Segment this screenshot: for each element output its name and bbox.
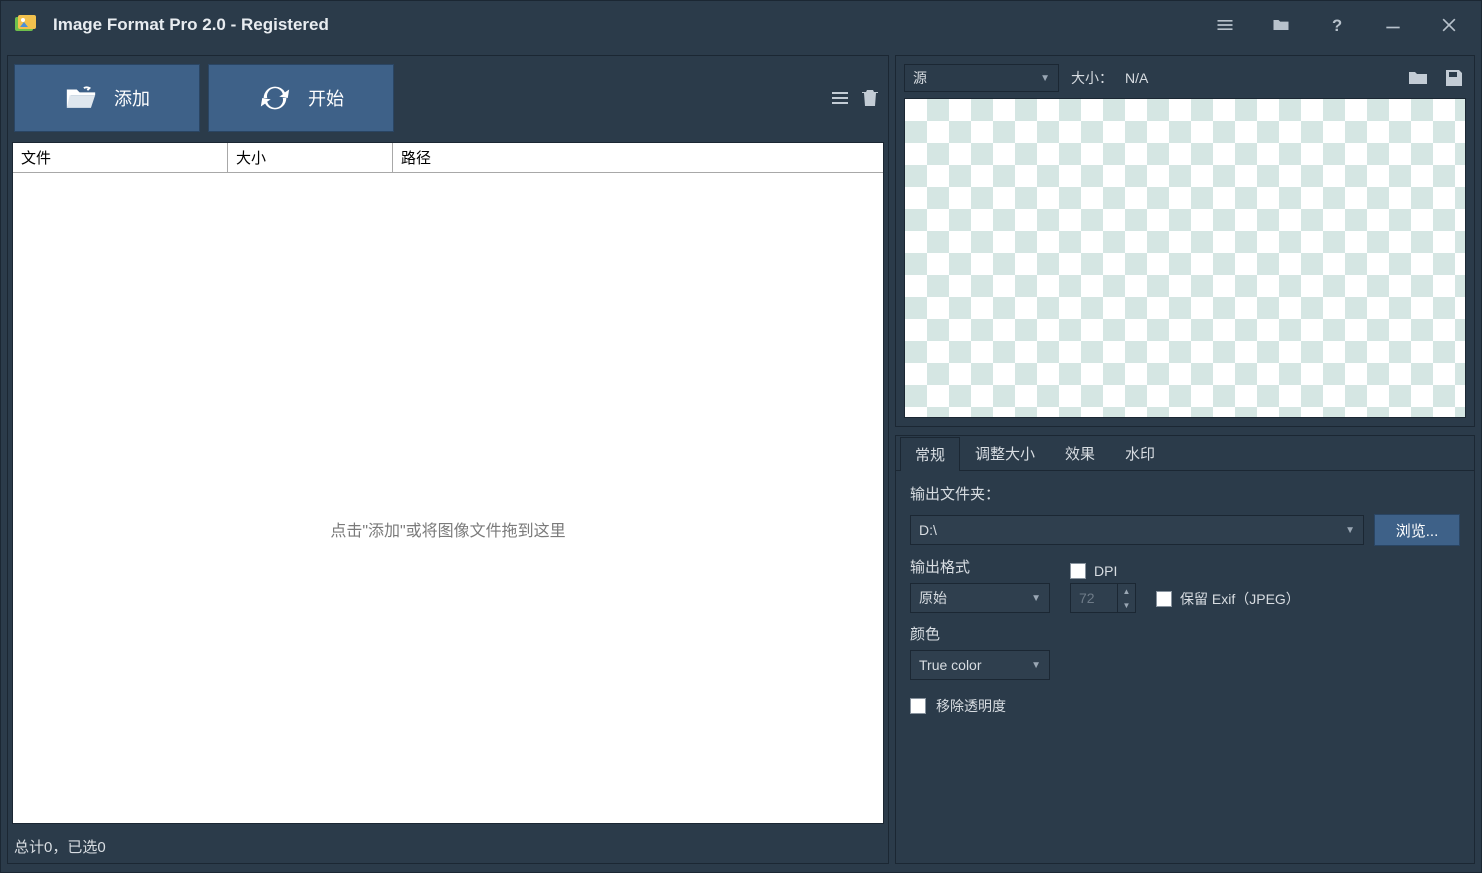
file-list[interactable]: 文件 大小 路径 点击"添加"或将图像文件拖到这里 <box>12 142 884 824</box>
svg-text:?: ? <box>1332 16 1342 35</box>
keep-exif-label: 保留 Exif（JPEG） <box>1180 589 1300 609</box>
preview-panel: 源 ▼ 大小： N/A <box>895 55 1475 427</box>
drop-hint: 点击"添加"或将图像文件拖到这里 <box>13 517 883 541</box>
chevron-down-icon: ▼ <box>1031 593 1041 604</box>
preview-toolbar: 源 ▼ 大小： N/A <box>904 64 1466 92</box>
preview-canvas <box>904 98 1466 418</box>
spinner-up-icon[interactable]: ▲ <box>1118 584 1135 598</box>
color-select[interactable]: True color ▼ <box>910 650 1050 680</box>
left-panel: 添加 开始 <box>7 55 889 864</box>
minimize-icon[interactable] <box>1379 11 1407 39</box>
main-toolbar: 添加 开始 <box>12 60 884 136</box>
dpi-value: 72 <box>1079 590 1095 606</box>
chevron-down-icon: ▼ <box>1345 525 1355 536</box>
add-button[interactable]: 添加 <box>14 64 200 132</box>
col-file[interactable]: 文件 <box>13 143 228 172</box>
start-button[interactable]: 开始 <box>208 64 394 132</box>
tab-watermark[interactable]: 水印 <box>1110 436 1170 470</box>
window-title: Image Format Pro 2.0 - Registered <box>53 15 1211 35</box>
add-button-label: 添加 <box>114 85 150 111</box>
output-folder-label: 输出文件夹： <box>910 483 1460 504</box>
save-icon[interactable] <box>1442 66 1466 90</box>
settings-tabs: 常规 调整大小 效果 水印 <box>896 436 1474 471</box>
tab-resize[interactable]: 调整大小 <box>960 436 1050 470</box>
keep-exif-checkbox[interactable] <box>1156 591 1172 607</box>
output-format-select[interactable]: 原始 ▼ <box>910 583 1050 613</box>
remove-transparency-checkbox[interactable] <box>910 698 926 714</box>
preview-source-value: 源 <box>913 68 927 88</box>
folder-open-icon <box>64 81 98 115</box>
content-area: 添加 开始 <box>1 49 1481 872</box>
color-value: True color <box>919 657 982 673</box>
app-window: Image Format Pro 2.0 - Registered ? <box>0 0 1482 873</box>
menu-icon[interactable] <box>1211 11 1239 39</box>
output-format-value: 原始 <box>919 588 947 608</box>
right-column: 源 ▼ 大小： N/A 常规 <box>895 55 1475 864</box>
tab-body-general: 输出文件夹： D:\ ▼ 浏览... 输出格式 <box>896 471 1474 728</box>
output-folder-select[interactable]: D:\ ▼ <box>910 515 1364 545</box>
toolbar-right <box>828 86 882 110</box>
dpi-label: DPI <box>1094 563 1117 579</box>
file-list-header: 文件 大小 路径 <box>13 143 883 173</box>
spinner-down-icon[interactable]: ▼ <box>1118 598 1135 612</box>
dpi-checkbox[interactable] <box>1070 563 1086 579</box>
help-icon[interactable]: ? <box>1323 11 1351 39</box>
titlebar: Image Format Pro 2.0 - Registered ? <box>1 1 1481 49</box>
app-logo-icon <box>13 13 37 37</box>
chevron-down-icon: ▼ <box>1040 73 1050 84</box>
settings-panel: 常规 调整大小 效果 水印 输出文件夹： D:\ ▼ 浏览. <box>895 435 1475 864</box>
tab-effects[interactable]: 效果 <box>1050 436 1110 470</box>
col-path[interactable]: 路径 <box>393 143 883 172</box>
status-bar: 总计0，已选0 <box>12 830 884 859</box>
list-options-icon[interactable] <box>828 86 852 110</box>
preview-size-label: 大小： <box>1071 68 1113 88</box>
browse-button[interactable]: 浏览... <box>1374 514 1460 546</box>
close-icon[interactable] <box>1435 11 1463 39</box>
tab-general[interactable]: 常规 <box>900 437 960 471</box>
color-label: 颜色 <box>910 623 1460 644</box>
title-controls: ? <box>1211 11 1473 39</box>
folder-icon[interactable] <box>1267 11 1295 39</box>
output-folder-value: D:\ <box>919 522 937 538</box>
open-folder-icon[interactable] <box>1406 66 1430 90</box>
refresh-icon <box>258 81 292 115</box>
col-size[interactable]: 大小 <box>228 143 393 172</box>
trash-icon[interactable] <box>858 86 882 110</box>
preview-size-value: N/A <box>1125 70 1148 86</box>
dpi-spinner[interactable]: 72 ▲ ▼ <box>1070 583 1136 613</box>
chevron-down-icon: ▼ <box>1031 660 1041 671</box>
start-button-label: 开始 <box>308 85 344 111</box>
remove-transparency-label: 移除透明度 <box>936 696 1006 716</box>
output-format-label: 输出格式 <box>910 556 1050 577</box>
preview-source-select[interactable]: 源 ▼ <box>904 64 1059 92</box>
